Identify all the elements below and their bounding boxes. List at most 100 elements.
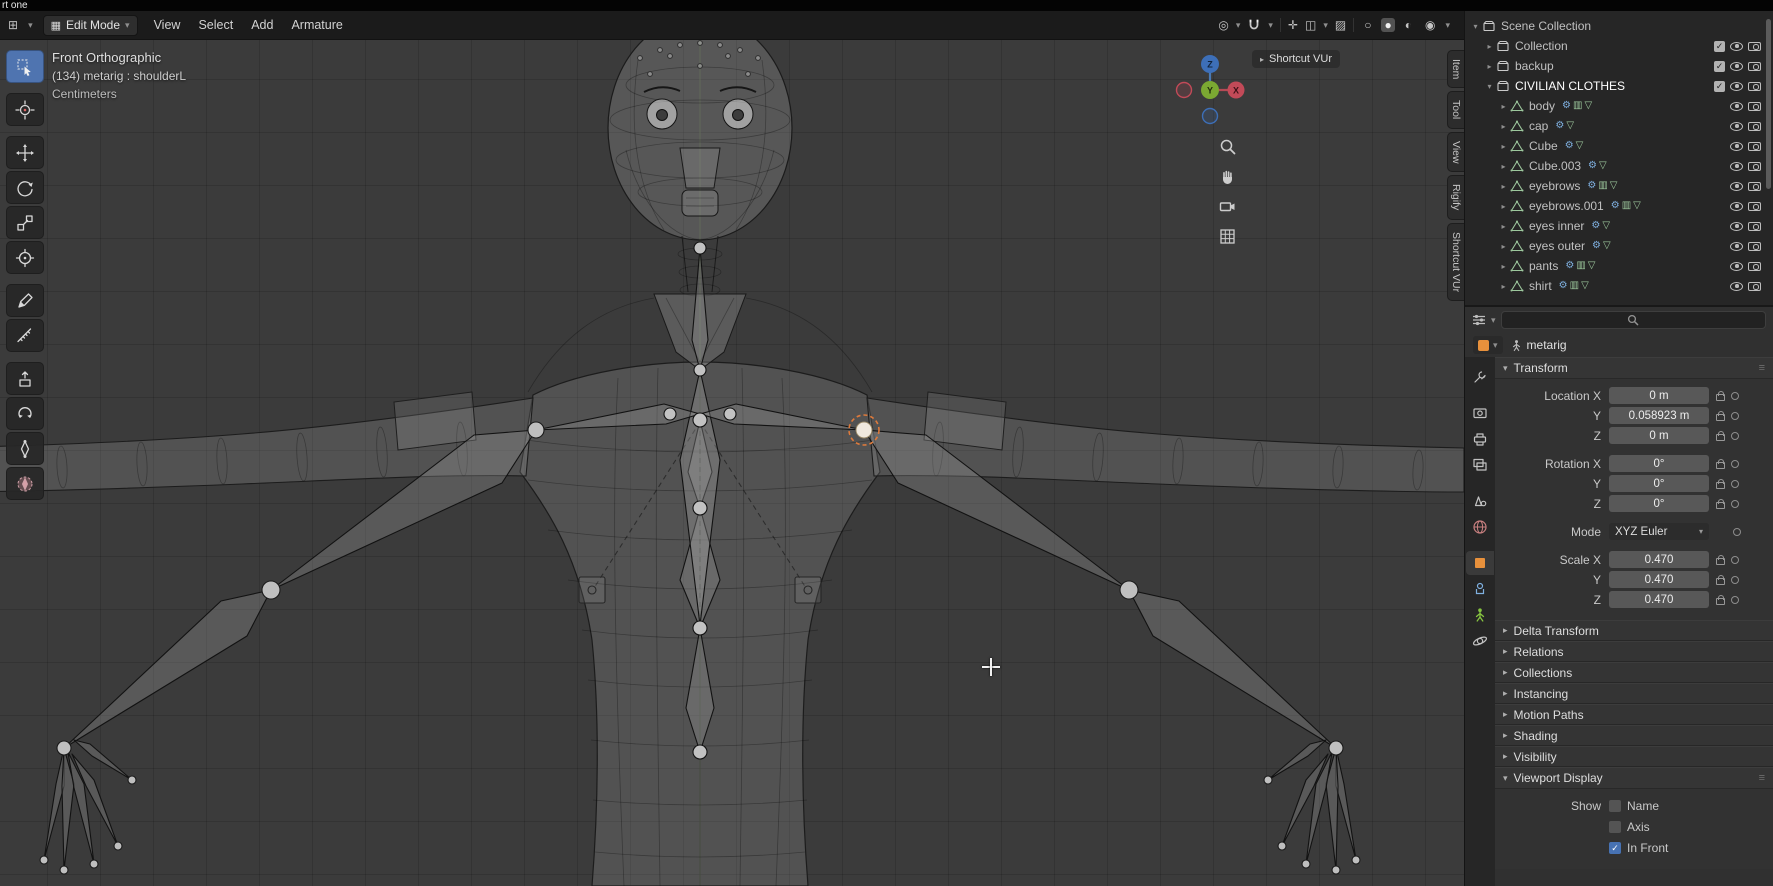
rotation-z-field[interactable]: 0° bbox=[1609, 495, 1709, 512]
panel-delta-transform-header[interactable]: ▸ Delta Transform bbox=[1495, 620, 1773, 641]
object-selector-chip[interactable]: ▾ bbox=[1473, 336, 1503, 354]
menu-armature[interactable]: Armature bbox=[291, 18, 342, 32]
outliner-row-backup[interactable]: ▸ backup ✓ bbox=[1465, 56, 1773, 76]
overlays-dropdown-caret-icon[interactable]: ▾ bbox=[1323, 20, 1328, 31]
panel-collections-header[interactable]: ▸ Collections bbox=[1495, 662, 1773, 683]
expand-arrow-icon[interactable]: ▸ bbox=[1497, 242, 1510, 251]
show-overlays-icon[interactable]: ◫ bbox=[1305, 19, 1316, 31]
properties-tab-constraints[interactable] bbox=[1466, 577, 1494, 601]
location-z-animate-dot[interactable] bbox=[1731, 431, 1739, 440]
rotation-y-lock-icon[interactable] bbox=[1716, 478, 1725, 489]
panel-relations-header[interactable]: ▸ Relations bbox=[1495, 641, 1773, 662]
rotation-mode-dropdown[interactable]: XYZ Euler ▾ bbox=[1609, 523, 1709, 540]
properties-tab-data[interactable] bbox=[1466, 603, 1494, 627]
location-y-field[interactable]: 0.058923 m bbox=[1609, 407, 1709, 424]
panel-viewport-display-header[interactable]: ▾ Viewport Display ≡ bbox=[1495, 767, 1773, 789]
location-z-field[interactable]: 0 m bbox=[1609, 427, 1709, 444]
tool-tweak-select-button[interactable] bbox=[6, 50, 44, 83]
snap-dropdown-caret-icon[interactable]: ▾ bbox=[1268, 20, 1273, 31]
exclude-checkbox[interactable]: ✓ bbox=[1714, 80, 1725, 92]
tool-roll-button[interactable] bbox=[6, 397, 44, 430]
pan-hand-icon[interactable] bbox=[1219, 168, 1236, 185]
rotation-mode-animate-dot[interactable] bbox=[1733, 527, 1741, 536]
panel-grip-icon[interactable]: ≡ bbox=[1759, 362, 1765, 374]
hide-in-viewport-eye-icon[interactable] bbox=[1730, 41, 1743, 51]
properties-search-input[interactable] bbox=[1500, 311, 1766, 329]
disable-in-renders-camera-icon[interactable] bbox=[1748, 241, 1761, 251]
expand-arrow-icon[interactable]: ▸ bbox=[1483, 42, 1496, 51]
outliner-row-body[interactable]: ▸ body ⚙ ▥ ▽ bbox=[1465, 96, 1773, 116]
outliner-row-cube[interactable]: ▸ Cube ⚙ ▽ bbox=[1465, 136, 1773, 156]
location-x-field[interactable]: 0 m bbox=[1609, 387, 1709, 404]
breadcrumb-object[interactable]: metarig bbox=[1510, 338, 1567, 352]
shortcut-panel-header[interactable]: ▸ Shortcut VUr bbox=[1252, 50, 1340, 68]
tool-rotate-button[interactable] bbox=[6, 171, 44, 204]
hide-in-viewport-eye-icon[interactable] bbox=[1730, 281, 1743, 291]
shading-material-icon[interactable]: ◐ bbox=[1402, 18, 1415, 32]
outliner-scrollbar[interactable] bbox=[1766, 19, 1771, 189]
disable-in-renders-camera-icon[interactable] bbox=[1748, 261, 1761, 271]
editor-type-caret-icon[interactable]: ▾ bbox=[28, 20, 33, 31]
expand-arrow-icon[interactable]: ▸ bbox=[1497, 182, 1510, 191]
disable-in-renders-camera-icon[interactable] bbox=[1748, 161, 1761, 171]
location-z-lock-icon[interactable] bbox=[1716, 430, 1725, 441]
disable-in-renders-camera-icon[interactable] bbox=[1748, 81, 1761, 91]
panel-shading-header[interactable]: ▸ Shading bbox=[1495, 725, 1773, 746]
panel-visibility-header[interactable]: ▸ Visibility bbox=[1495, 746, 1773, 767]
disable-in-renders-camera-icon[interactable] bbox=[1748, 281, 1761, 291]
hide-in-viewport-eye-icon[interactable] bbox=[1730, 261, 1743, 271]
sidebar-tab-item[interactable]: Item bbox=[1447, 50, 1464, 89]
proportional-edit-icon[interactable]: ◎ bbox=[1218, 19, 1228, 31]
scale-y-animate-dot[interactable] bbox=[1731, 575, 1739, 584]
properties-tab-world[interactable] bbox=[1466, 515, 1494, 539]
tool-transform-button[interactable] bbox=[6, 241, 44, 274]
camera-view-icon[interactable] bbox=[1219, 198, 1236, 215]
zoom-icon[interactable] bbox=[1219, 138, 1236, 155]
properties-tab-scene[interactable] bbox=[1466, 489, 1494, 513]
expand-arrow-icon[interactable]: ▸ bbox=[1483, 62, 1496, 71]
disable-in-renders-camera-icon[interactable] bbox=[1748, 141, 1761, 151]
outliner-row-collection[interactable]: ▸ Collection ✓ bbox=[1465, 36, 1773, 56]
outliner-row-cap[interactable]: ▸ cap ⚙ ▽ bbox=[1465, 116, 1773, 136]
properties-tab-render[interactable] bbox=[1466, 401, 1494, 425]
scale-x-animate-dot[interactable] bbox=[1731, 555, 1739, 564]
expand-arrow-icon[interactable]: ▾ bbox=[1483, 82, 1496, 91]
rotation-z-animate-dot[interactable] bbox=[1731, 499, 1739, 508]
tool-bone-size-button[interactable] bbox=[6, 432, 44, 465]
outliner-row-civilian-clothes[interactable]: ▾ CIVILIAN CLOTHES ✓ bbox=[1465, 76, 1773, 96]
expand-arrow-icon[interactable]: ▸ bbox=[1497, 202, 1510, 211]
outliner-row-cube-003[interactable]: ▸ Cube.003 ⚙ ▽ bbox=[1465, 156, 1773, 176]
location-y-lock-icon[interactable] bbox=[1716, 410, 1725, 421]
properties-tab-view-layer[interactable] bbox=[1466, 453, 1494, 477]
rotation-z-lock-icon[interactable] bbox=[1716, 498, 1725, 509]
exclude-checkbox[interactable]: ✓ bbox=[1714, 40, 1725, 52]
shading-rendered-icon[interactable]: ◉ bbox=[1422, 18, 1438, 32]
hide-in-viewport-eye-icon[interactable] bbox=[1730, 61, 1743, 71]
toggle-xray-icon[interactable]: ▨ bbox=[1335, 19, 1346, 31]
menu-add[interactable]: Add bbox=[251, 18, 273, 32]
tool-annotate-button[interactable] bbox=[6, 284, 44, 317]
show-gizmo-icon[interactable]: ✛ bbox=[1288, 19, 1298, 31]
expand-arrow-icon[interactable]: ▸ bbox=[1497, 122, 1510, 131]
tool-scale-button[interactable] bbox=[6, 206, 44, 239]
editor-type-caret-icon[interactable]: ▾ bbox=[1491, 315, 1496, 326]
scale-x-lock-icon[interactable] bbox=[1716, 554, 1725, 565]
rotation-x-field[interactable]: 0° bbox=[1609, 455, 1709, 472]
editor-type-icon[interactable]: ⊞ bbox=[8, 18, 18, 32]
disable-in-renders-camera-icon[interactable] bbox=[1748, 101, 1761, 111]
hide-in-viewport-eye-icon[interactable] bbox=[1730, 181, 1743, 191]
hide-in-viewport-eye-icon[interactable] bbox=[1730, 141, 1743, 151]
hide-in-viewport-eye-icon[interactable] bbox=[1730, 161, 1743, 171]
panel-motion-paths-header[interactable]: ▸ Motion Paths bbox=[1495, 704, 1773, 725]
outliner-row-shirt[interactable]: ▸ shirt ⚙ ▥ ▽ bbox=[1465, 276, 1773, 296]
scale-x-field[interactable]: 0.470 bbox=[1609, 551, 1709, 568]
navigation-gizmo[interactable]: Z X Y bbox=[1172, 52, 1248, 128]
expand-arrow-icon[interactable]: ▸ bbox=[1497, 222, 1510, 231]
tool-move-button[interactable] bbox=[6, 136, 44, 169]
outliner-row-eyebrows-001[interactable]: ▸ eyebrows.001 ⚙ ▥ ▽ bbox=[1465, 196, 1773, 216]
outliner-row-eyes-inner[interactable]: ▸ eyes inner ⚙ ▽ bbox=[1465, 216, 1773, 236]
disable-in-renders-camera-icon[interactable] bbox=[1748, 41, 1761, 51]
rotation-x-animate-dot[interactable] bbox=[1731, 459, 1739, 468]
disable-in-renders-camera-icon[interactable] bbox=[1748, 181, 1761, 191]
properties-editor-type-icon[interactable] bbox=[1472, 313, 1486, 327]
